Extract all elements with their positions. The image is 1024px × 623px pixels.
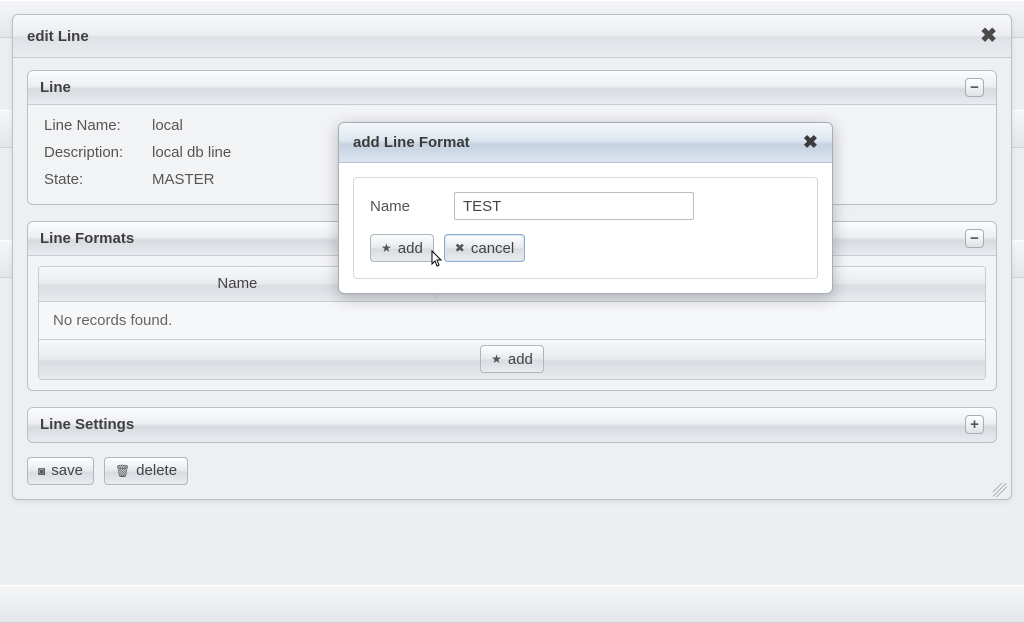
button-label: add [398,240,423,257]
modal-inner: Name ★ add ✖ cancel [353,177,818,279]
button-label: delete [136,462,177,479]
button-label: add [508,351,533,368]
x-icon: ✖ [455,241,465,255]
table-footer: ★ add [39,339,985,379]
modal-body: Name ★ add ✖ cancel [339,163,832,293]
dialog-actions: ◙ save 🗑 delete [27,457,997,485]
field-value: local [152,117,183,134]
field-value: MASTER [152,171,215,188]
line-panel-title: Line [40,79,965,96]
line-settings-panel-title: Line Settings [40,416,965,433]
modal-cancel-button[interactable]: ✖ cancel [444,234,525,262]
form-row-name: Name [370,192,801,220]
line-settings-panel: Line Settings + [27,407,997,443]
field-value: local db line [152,144,231,161]
trash-icon: 🗑 [115,464,130,478]
name-label: Name [370,198,440,215]
dialog-title: edit Line [27,28,980,45]
delete-button[interactable]: 🗑 delete [104,457,188,485]
line-panel-header[interactable]: Line − [28,71,996,105]
modal-titlebar[interactable]: add Line Format ✖ [339,123,832,163]
add-line-format-dialog: add Line Format ✖ Name ★ add ✖ cancel [338,122,833,294]
expand-icon[interactable]: + [965,415,984,434]
modal-add-button[interactable]: ★ add [370,234,434,262]
add-format-button[interactable]: ★ add [480,345,544,373]
field-label: Line Name: [44,117,152,134]
star-icon: ★ [381,241,392,255]
resize-handle[interactable] [993,483,1007,497]
field-label: Description: [44,144,152,161]
table-row: No records found. [39,301,985,339]
close-icon[interactable]: ✖ [803,132,818,153]
star-icon: ★ [491,352,502,366]
modal-actions: ★ add ✖ cancel [370,234,801,262]
save-button[interactable]: ◙ save [27,457,94,485]
close-icon[interactable]: ✖ [980,26,997,46]
field-label: State: [44,171,152,188]
collapse-icon[interactable]: − [965,229,984,248]
line-settings-panel-header[interactable]: Line Settings + [28,408,996,442]
name-input[interactable] [454,192,694,220]
button-label: save [51,462,83,479]
save-icon: ◙ [38,464,45,478]
modal-title: add Line Format [353,134,803,151]
dialog-titlebar[interactable]: edit Line ✖ [13,15,1011,58]
empty-message: No records found. [39,301,985,339]
button-label: cancel [471,240,514,257]
collapse-icon[interactable]: − [965,78,984,97]
